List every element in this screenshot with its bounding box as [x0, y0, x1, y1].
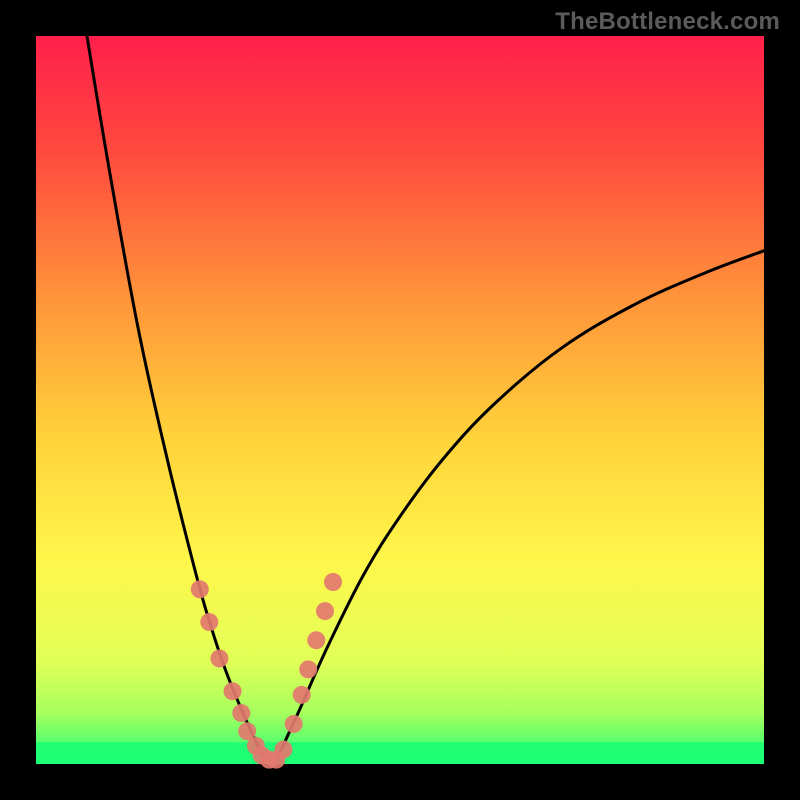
highlight-dot — [232, 704, 250, 722]
chart-frame: TheBottleneck.com — [0, 0, 800, 800]
watermark-text: TheBottleneck.com — [555, 8, 780, 36]
highlight-dot — [191, 580, 209, 598]
plot-area — [36, 36, 764, 764]
series-left-branch — [87, 36, 265, 760]
highlight-dot — [210, 649, 228, 667]
highlight-dot — [275, 740, 293, 758]
highlight-dot — [224, 682, 242, 700]
highlight-dots — [191, 573, 342, 769]
highlight-dot — [324, 573, 342, 591]
highlight-dot — [285, 715, 303, 733]
highlight-dot — [200, 613, 218, 631]
highlight-dot — [307, 631, 325, 649]
series-right-branch — [276, 251, 764, 761]
green-band — [36, 742, 764, 764]
highlight-dot — [293, 686, 311, 704]
highlight-dot — [299, 660, 317, 678]
highlight-dot — [316, 602, 334, 620]
chart-svg — [36, 36, 764, 764]
curve-layer — [87, 36, 764, 760]
